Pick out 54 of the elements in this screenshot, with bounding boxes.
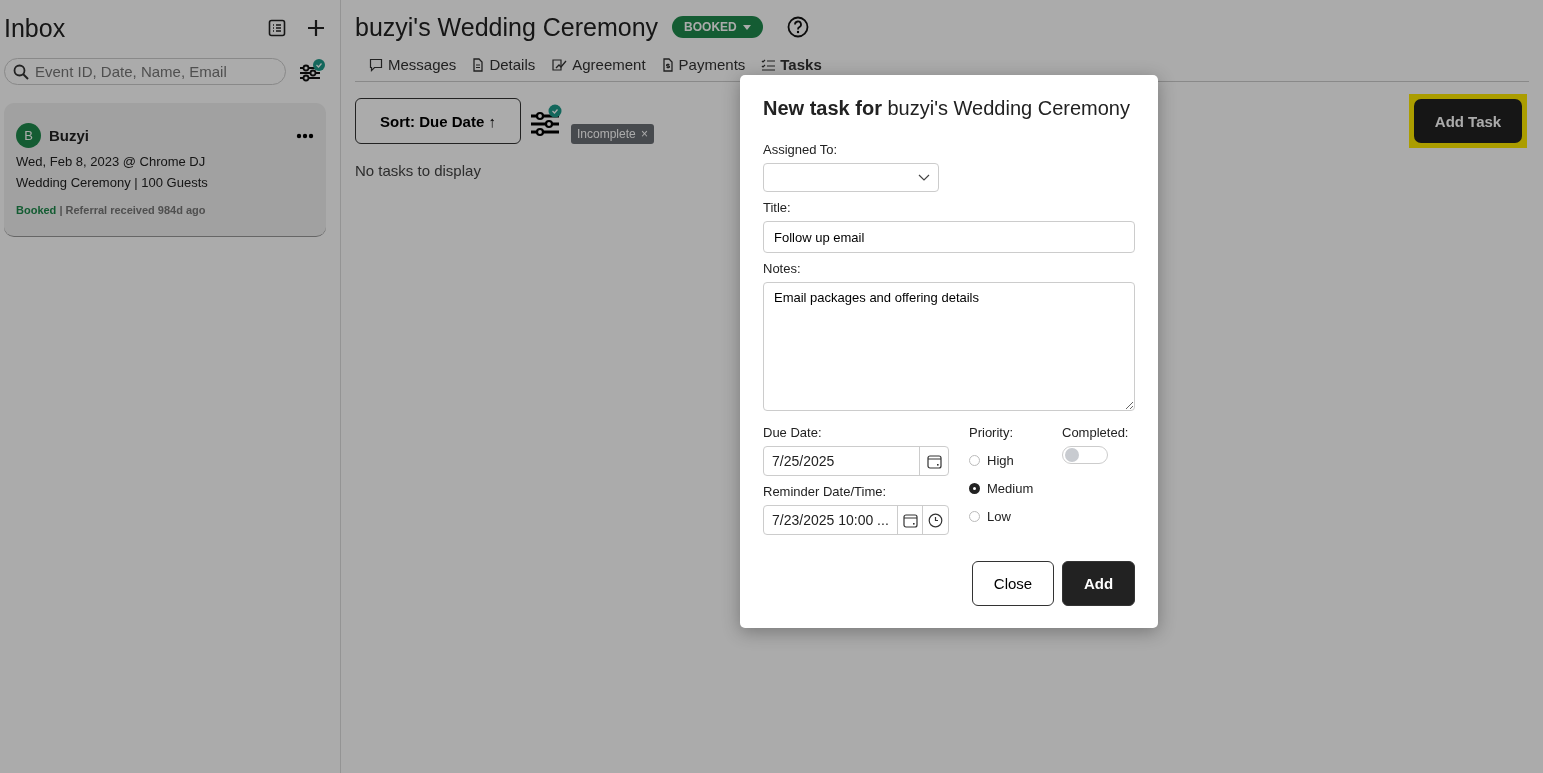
due-date-field[interactable]: 7/25/2025 (763, 446, 949, 476)
tab[interactable]: Details (468, 56, 540, 73)
event-date: Wed, Feb 8, 2023 @ Chrome DJ (16, 154, 207, 169)
client-name: Buzyi (49, 127, 90, 144)
event-card[interactable]: B Buzyi Wed, Feb 8, 2023 @ Chrome DJ Wedding Ceremony | 100 Guests Booked | Referral received 984d ago (4, 103, 326, 237)
field-label: Priority: (969, 425, 1015, 440)
search-field[interactable]: Event ID, Date, Name, Email (4, 58, 286, 85)
empty-message: No tasks to display (355, 162, 481, 179)
inbox-title: Inbox (4, 13, 67, 43)
event-details: Wedding Ceremony | 100 Guests (16, 175, 209, 190)
event-title: buzyi's Wedding Ceremony (355, 12, 659, 42)
add-icon[interactable] (306, 18, 326, 38)
radio-label: Low (987, 508, 1011, 524)
filter-chip[interactable]: Incomplete × (571, 124, 655, 144)
calendar-icon (926, 453, 942, 469)
close-button[interactable]: Close (972, 561, 1054, 606)
caret-icon (742, 24, 751, 30)
radio-label: Medium (987, 480, 1034, 496)
tab[interactable]: Messages (365, 56, 461, 73)
field-label: Completed: (1062, 425, 1129, 440)
list-view-icon[interactable] (268, 19, 286, 37)
tab[interactable]: Agreement (547, 56, 650, 73)
tab[interactable]: Tasks (757, 56, 826, 73)
field-label: Reminder Date/Time: (763, 484, 888, 499)
sort-button[interactable]: Sort: Due Date ↑ (355, 98, 521, 144)
field-label: Due Date: (763, 425, 823, 440)
signature-icon (551, 57, 568, 72)
field-label: Notes: (763, 261, 802, 276)
add-button[interactable]: Add (1062, 561, 1135, 606)
status-label: Booked (16, 204, 57, 216)
chevron-icon (918, 174, 930, 181)
chat-icon (369, 57, 383, 72)
title-input[interactable]: Follow up email (763, 221, 1135, 253)
checklist-icon (761, 58, 776, 71)
notes-input[interactable]: Email packages and offering details (763, 282, 1135, 411)
search-icon (13, 64, 29, 80)
status-dropdown[interactable]: BOOKED (672, 16, 763, 38)
radio-button[interactable] (969, 482, 980, 494)
radio-label: High (987, 452, 1014, 468)
document-icon (472, 57, 485, 72)
field-label: Title: (763, 200, 792, 215)
invoice-icon (661, 57, 674, 72)
filter-icon[interactable] (529, 104, 563, 138)
add-task-button[interactable]: Add Task (1414, 99, 1522, 143)
calendar-icon (902, 512, 918, 528)
field-label: Assigned To: (763, 142, 839, 157)
source-text: | Referral received 984d ago (59, 204, 206, 216)
avatar: B (16, 123, 41, 148)
help-icon[interactable] (786, 16, 809, 38)
tab[interactable]: Payments (657, 56, 750, 73)
dialog-title: New task for buzyi's Wedding Ceremony (763, 97, 1131, 120)
more-icon[interactable] (296, 132, 314, 139)
reminder-field[interactable]: 7/23/2025 10:00 ... (763, 505, 949, 535)
clock-icon (928, 512, 944, 528)
